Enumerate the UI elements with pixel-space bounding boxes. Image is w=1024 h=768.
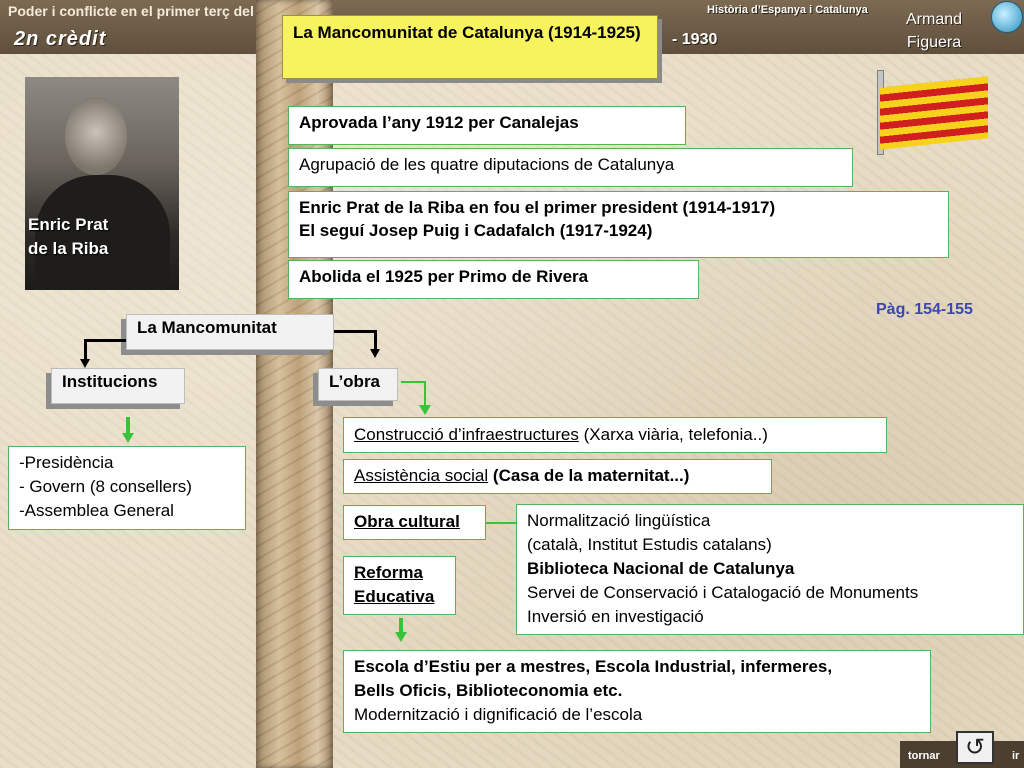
return-arrow-icon: ↺ (964, 734, 986, 761)
connector-right-v (374, 330, 377, 350)
institutions-list: -Presidència - Govern (8 consellers) -As… (8, 446, 246, 530)
year-span: - 1930 (672, 31, 718, 48)
green-connector-h (401, 381, 426, 383)
fact-grouping: Agrupació de les quatre diputacions de C… (288, 148, 853, 187)
connector-left-v (84, 339, 87, 361)
schools-line3: Modernització i dignificació de l’escola (354, 705, 643, 724)
work-culture: Obra cultural (343, 505, 486, 540)
tree-node-institutions: Institucions (51, 368, 185, 404)
education-schools: Escola d’Estiu per a mestres, Escola Ind… (343, 650, 931, 733)
schools-line2: Bells Oficis, Biblioteconomia etc. (354, 681, 623, 700)
institution-item: -Presidència (19, 453, 114, 472)
arrow-down-icon (370, 349, 380, 358)
social-label: Assistència social (354, 466, 489, 485)
culture-label: Obra cultural (354, 512, 460, 531)
author-line1: Armand (906, 11, 963, 28)
institution-logo-icon (991, 1, 1023, 33)
author-line2: Figuera (906, 34, 962, 51)
green-connector-h (486, 522, 516, 524)
culture-item: Normalització lingüística (527, 511, 711, 530)
return-button[interactable]: ↺ (956, 731, 994, 764)
fact-presidents: Enric Prat de la Riba en fou el primer p… (288, 191, 949, 258)
culture-details: Normalització lingüística (català, Insti… (516, 504, 1024, 635)
work-social: Assistència social (Casa de la maternita… (343, 459, 772, 494)
fact-abolished: Abolida el 1925 per Primo de Rivera (288, 260, 699, 299)
title-box: La Mancomunitat de Catalunya (1914-1925) (282, 15, 658, 79)
portrait-caption-line2: de la Riba (28, 239, 109, 258)
author-name: Armand Figuera (906, 8, 962, 54)
culture-item: Inversió en investigació (527, 607, 704, 626)
arrow-down-icon (80, 359, 90, 368)
tree-node-work: L’obra (318, 368, 398, 401)
portrait-caption: Enric Prat de la Riba (28, 213, 108, 261)
infra-label: Construcció d’infraestructures (354, 425, 579, 444)
social-detail: (Casa de la maternitat...) (492, 466, 690, 485)
presidents-line1: Enric Prat de la Riba en fou el primer p… (299, 198, 776, 217)
institution-item: -Assemblea General (19, 501, 174, 520)
work-infrastructure: Construcció d’infraestructures (Xarxa vi… (343, 417, 887, 453)
exit-link[interactable]: ir (1012, 750, 1019, 762)
green-arrow-down-icon (395, 632, 407, 642)
green-arrow-down-icon (419, 405, 431, 415)
portrait-caption-line1: Enric Prat (28, 215, 109, 234)
culture-item: (català, Institut Estudis catalans) (527, 535, 772, 554)
schools-line1: Escola d’Estiu per a mestres, Escola Ind… (354, 657, 833, 676)
work-education-reform: Reforma Educativa (343, 556, 456, 615)
tree-root-mancomunitat: La Mancomunitat (126, 314, 334, 350)
green-arrow-down-icon (122, 433, 134, 443)
culture-item: Servei de Conservació i Catalogació de M… (527, 583, 919, 602)
reform-line2: Educativa (354, 587, 435, 606)
presidents-line2: El seguí Josep Puig i Cadafalch (1917-19… (299, 221, 653, 240)
green-connector-v (424, 381, 426, 407)
subject-label: Història d’Espanya i Catalunya (707, 4, 868, 16)
culture-item: Biblioteca Nacional de Catalunya (527, 559, 795, 578)
institution-item: - Govern (8 consellers) (19, 477, 192, 496)
fact-approved: Aprovada l’any 1912 per Canalejas (288, 106, 686, 145)
infra-detail: (Xarxa viària, telefonia..) (583, 425, 768, 444)
portrait-face (65, 97, 127, 175)
credit-label: 2n crèdit (14, 28, 107, 50)
connector-right-h (334, 330, 377, 333)
connector-left-h (84, 339, 126, 342)
page-reference: Pàg. 154-155 (876, 301, 973, 318)
catalan-flag-icon (880, 76, 988, 150)
reform-line1: Reforma (354, 563, 423, 582)
back-link[interactable]: tornar (908, 750, 940, 762)
